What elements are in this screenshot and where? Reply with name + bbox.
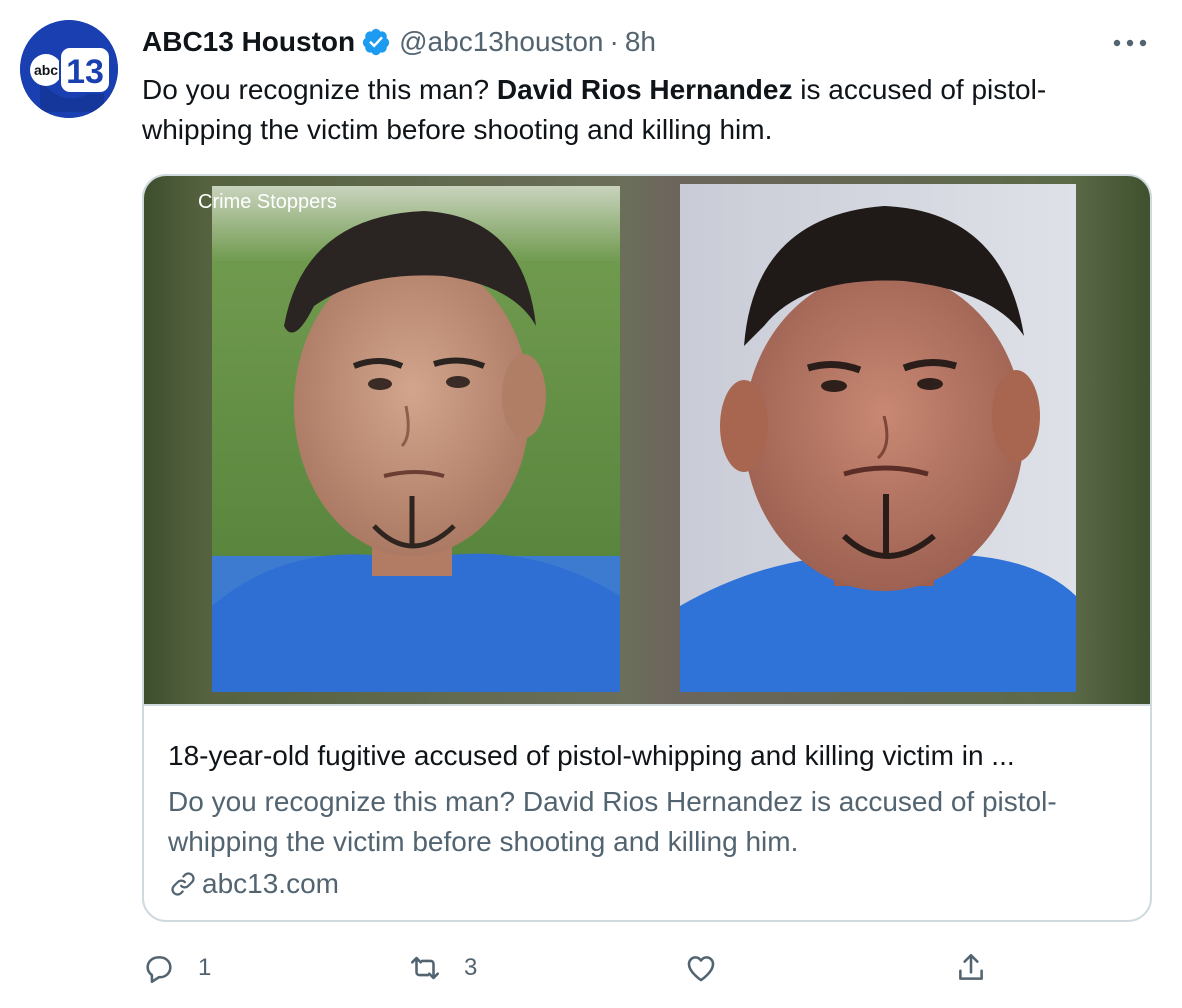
verified-badge-icon <box>361 27 391 57</box>
timestamp[interactable]: 8h <box>625 26 656 58</box>
photo-left: Crime Stoppers <box>198 186 620 692</box>
tweet-header: ABC13 Houston @abc13houston · 8h <box>142 22 656 62</box>
retweet-count: 3 <box>464 954 478 981</box>
display-name[interactable]: ABC13 Houston <box>142 26 355 58</box>
link-icon <box>171 872 195 896</box>
retweet-button[interactable]: 3 <box>408 944 477 992</box>
like-button[interactable] <box>684 944 740 992</box>
link-card[interactable]: Crime Stoppers 18-year-old fugitive accu… <box>142 174 1152 922</box>
share-icon <box>959 953 983 980</box>
card-body[interactable]: 18-year-old fugitive accused of pistol-w… <box>144 704 1150 920</box>
svg-text:13: 13 <box>66 53 104 91</box>
suspect-photos: Crime Stoppers <box>198 184 1076 692</box>
svg-text:abc: abc <box>34 62 58 78</box>
action-bar: 1 3 <box>142 944 1012 992</box>
tweet-text-name: David Rios Hernandez <box>496 74 793 105</box>
more-dots-icon[interactable] <box>1110 28 1150 58</box>
photo-right <box>680 184 1076 692</box>
card-domain[interactable]: abc13.com <box>168 864 339 904</box>
watermark-text: Crime Stoppers <box>198 191 337 213</box>
reply-count: 1 <box>198 954 212 981</box>
card-domain-text: abc13.com <box>202 868 339 899</box>
tweet[interactable]: abc 13 ABC13 Houston @abc13houston · 8h … <box>0 0 1182 1008</box>
retweet-icon <box>410 956 440 980</box>
heart-icon <box>687 956 715 982</box>
card-title[interactable]: 18-year-old fugitive accused of pistol-w… <box>168 740 1128 772</box>
avatar[interactable]: abc 13 <box>20 20 118 118</box>
tweet-text-start: Do you recognize this man? <box>142 74 497 105</box>
tweet-text: Do you recognize this man? David Rios He… <box>142 70 1152 150</box>
card-image[interactable]: Crime Stoppers <box>144 176 1150 704</box>
separator-dot: · <box>609 26 619 57</box>
reply-button[interactable]: 1 <box>142 944 211 992</box>
card-description: Do you recognize this man? David Rios He… <box>168 786 1057 857</box>
share-button[interactable] <box>954 944 1010 992</box>
handle[interactable]: @abc13houston <box>399 26 603 58</box>
abc13-logo: abc 13 <box>20 20 118 118</box>
reply-icon <box>146 956 172 984</box>
